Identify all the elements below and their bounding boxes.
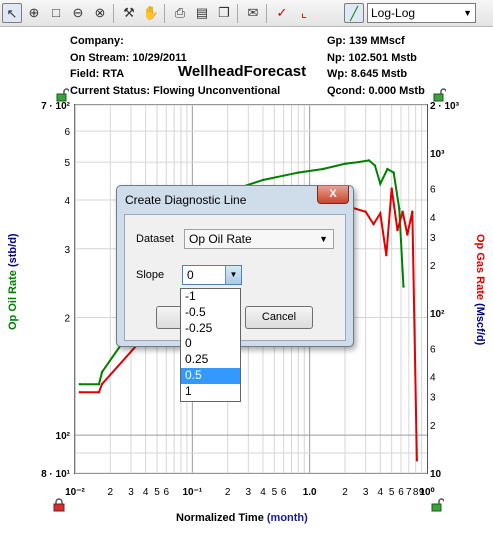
- y-left-tick-label: 7 · 10²: [41, 101, 71, 112]
- oil-rate-point: [78, 383, 82, 386]
- x-tick-label: 6: [398, 487, 404, 498]
- y-left-tick-label: 6: [64, 127, 70, 138]
- dialog-title: Create Diagnostic Line: [125, 193, 247, 207]
- x-tick-label: 6: [164, 487, 170, 498]
- oil-rate-point: [261, 178, 265, 182]
- x-tick-label: 3: [128, 487, 134, 498]
- y-left-tick-label: 10²: [56, 431, 71, 442]
- slope-dropdown-list: -1 -0.5 -0.25 0 0.25 0.5 1: [180, 288, 241, 402]
- oil-rate-point: [379, 182, 382, 185]
- y-right-tick-label: 6: [430, 185, 436, 196]
- gas-rate-point: [372, 222, 375, 226]
- y-left-tick-label: 3: [64, 245, 70, 256]
- x-tick-label: 10⁻¹: [182, 487, 202, 498]
- x-tick-label: 3: [363, 487, 369, 498]
- cancel-button[interactable]: Cancel: [245, 306, 313, 329]
- x-tick-label: 2: [342, 487, 348, 498]
- slope-option[interactable]: -1: [181, 289, 240, 305]
- oil-rate-point: [297, 171, 300, 174]
- slope-option[interactable]: -0.5: [181, 305, 240, 321]
- x-tick-label: 4: [143, 487, 149, 498]
- oil-rate-point: [373, 164, 377, 167]
- x-tick-label: 2: [108, 487, 114, 498]
- oil-rate-point: [100, 370, 104, 374]
- oil-rate-point: [386, 167, 389, 171]
- oil-rate-point: [97, 383, 101, 386]
- y-right-tick-label: 6: [430, 345, 436, 356]
- oil-rate-point: [343, 162, 347, 165]
- x-tick-label: 7: [406, 487, 412, 498]
- oil-rate-point: [357, 160, 360, 164]
- gas-rate-point: [415, 459, 419, 462]
- x-tick-label: 3: [246, 487, 252, 498]
- x-tick-label: 2: [225, 487, 231, 498]
- x-tick-label: 5: [389, 487, 395, 498]
- x-tick-label: 5: [272, 487, 278, 498]
- gas-rate-point: [100, 382, 104, 386]
- gas-rate-point: [401, 210, 404, 213]
- x-tick-label: 10⁰: [419, 487, 434, 498]
- y-left-tick-label: 4: [64, 196, 70, 207]
- y-left-tick-label: 8 · 10¹: [41, 469, 71, 480]
- dataset-select[interactable]: Op Oil Rate ▼: [184, 229, 334, 249]
- slope-select[interactable]: 0 ▼: [182, 265, 242, 285]
- chevron-down-icon[interactable]: ▼: [225, 266, 241, 284]
- slope-option[interactable]: 0: [181, 336, 240, 352]
- gas-rate-point: [97, 391, 101, 394]
- x-tick-label: 1.0: [303, 487, 317, 498]
- x-tick-label: 5: [154, 487, 160, 498]
- close-button[interactable]: X: [317, 186, 349, 204]
- x-tick-label: 4: [260, 487, 266, 498]
- x-tick-label: 10⁻²: [65, 487, 85, 498]
- gas-rate-point: [364, 210, 367, 213]
- y-right-tick-label: 4: [430, 373, 436, 384]
- y-left-tick-label: 5: [64, 158, 70, 169]
- oil-rate-point: [367, 159, 371, 162]
- y-right-tick-label: 2: [430, 261, 436, 272]
- y-right-tick-label: 3: [430, 233, 436, 244]
- y-right-tick-label: 10: [430, 469, 442, 480]
- slope-option[interactable]: -0.25: [181, 321, 240, 337]
- oil-rate-point: [402, 285, 405, 288]
- y-right-tick-label: 10³: [430, 149, 445, 160]
- x-tick-label: 6: [281, 487, 287, 498]
- y-right-tick-label: 2 · 10³: [430, 101, 460, 112]
- oil-rate-point: [392, 171, 395, 174]
- y-right-tick-label: 2: [430, 421, 436, 432]
- oil-rate-point: [398, 207, 401, 210]
- dataset-select-value: Op Oil Rate: [189, 232, 252, 246]
- gas-rate-point: [390, 187, 393, 190]
- oil-rate-point: [321, 167, 325, 171]
- slope-option[interactable]: 0.25: [181, 352, 240, 368]
- slope-label: Slope: [136, 269, 165, 281]
- y-right-tick-label: 10²: [430, 309, 445, 320]
- y-right-tick-label: 3: [430, 393, 436, 404]
- gas-rate-point: [385, 254, 388, 257]
- chevron-down-icon: ▼: [319, 234, 328, 244]
- slope-option[interactable]: 1: [181, 384, 240, 400]
- gas-rate-point: [396, 228, 399, 232]
- gas-rate-point: [78, 391, 82, 394]
- y-left-tick-label: 2: [64, 314, 70, 325]
- y-right-tick-label: 4: [430, 213, 436, 224]
- gas-rate-point: [406, 233, 409, 236]
- gas-rate-point: [411, 210, 414, 213]
- slope-select-value: 0: [187, 268, 194, 282]
- x-tick-label: 4: [378, 487, 384, 498]
- gas-rate-point: [379, 212, 382, 215]
- dataset-label: Dataset: [136, 233, 174, 245]
- slope-option[interactable]: 0.5: [181, 367, 240, 384]
